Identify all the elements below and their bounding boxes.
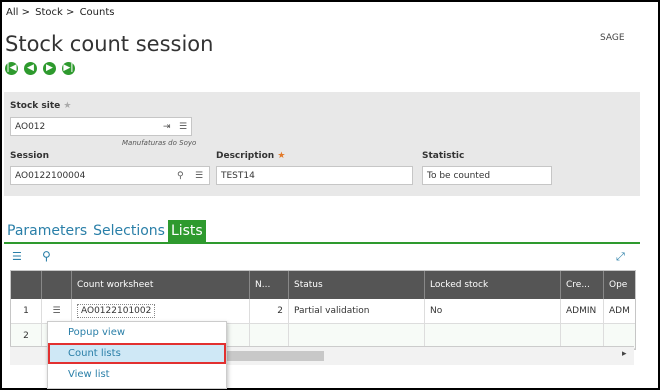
breadcrumb-stock[interactable]: Stock > — [35, 7, 74, 18]
tab-parameters[interactable]: Parameters — [4, 220, 90, 242]
required-icon: ★ — [277, 151, 286, 161]
cell-status[interactable] — [289, 324, 425, 348]
row-action-icon[interactable]: ☰ — [42, 299, 72, 323]
last-record-icon[interactable]: ▶| — [62, 62, 75, 75]
grid-header-action — [42, 271, 72, 299]
grid-header-locked-stock[interactable]: Locked stock — [425, 271, 561, 299]
grid-toolbar: ☰ ⚲ ⤢ — [4, 246, 640, 268]
session-value: AO0122100004 — [15, 171, 86, 181]
statistic-label: Statistic — [422, 151, 465, 161]
description-field[interactable]: TEST14 — [216, 166, 413, 185]
tab-lists[interactable]: Lists — [167, 220, 206, 242]
cell-locked[interactable]: No — [425, 299, 561, 323]
header-panel: Stock site ★ AO012 ⇥ ☰ Manufaturas do So… — [4, 92, 640, 196]
next-record-icon[interactable]: ▶ — [43, 62, 56, 75]
cell-ope[interactable]: ADM — [604, 299, 635, 323]
list-icon[interactable]: ☰ — [179, 118, 187, 137]
tab-selections[interactable]: Selections — [90, 220, 168, 242]
session-field[interactable]: AO0122100004 ⚲ ☰ — [10, 166, 210, 185]
cell-worksheet-value: AO0122101002 — [77, 304, 156, 318]
row-number: 2 — [11, 324, 42, 348]
breadcrumb: All > Stock > Counts — [6, 7, 117, 18]
link-icon[interactable]: ⇥ — [163, 118, 171, 137]
stock-site-label-text: Stock site — [10, 101, 61, 111]
grid-header-n[interactable]: N... — [250, 271, 289, 299]
grid-menu-icon[interactable]: ☰ — [12, 250, 22, 263]
cell-ope[interactable] — [604, 324, 635, 348]
first-record-icon[interactable]: |◀ — [5, 62, 18, 75]
cell-created[interactable]: ADMIN — [561, 299, 604, 323]
grid-header-status[interactable]: Status — [289, 271, 425, 299]
cell-locked[interactable] — [425, 324, 561, 348]
previous-record-icon[interactable]: ◀ — [24, 62, 37, 75]
cell-worksheet[interactable]: AO0122101002 — [72, 299, 250, 323]
stock-site-label: Stock site ★ — [10, 101, 72, 111]
description-label-text: Description — [216, 151, 275, 161]
list-icon[interactable]: ☰ — [195, 167, 203, 186]
page-title: Stock count session — [5, 32, 214, 56]
breadcrumb-counts[interactable]: Counts — [80, 7, 115, 18]
session-label: Session — [10, 151, 49, 161]
description-label: Description ★ — [216, 151, 285, 161]
stock-site-field[interactable]: AO012 ⇥ ☰ — [10, 117, 192, 136]
statistic-value: To be counted — [427, 171, 491, 181]
scrollbar-thumb[interactable] — [220, 351, 324, 361]
context-menu: Popup view Count lists View list — [47, 321, 227, 389]
grid-header-count-worksheet[interactable]: Count worksheet — [72, 271, 250, 299]
star-icon: ★ — [63, 101, 72, 111]
stock-site-value: AO012 — [15, 122, 46, 132]
search-icon[interactable]: ⚲ — [177, 167, 184, 186]
grid-header-rownum — [11, 271, 42, 299]
expand-icon[interactable]: ⤢ — [616, 250, 625, 264]
cell-created[interactable] — [561, 324, 604, 348]
menu-item-view-list[interactable]: View list — [48, 364, 226, 385]
search-icon[interactable]: ⚲ — [42, 249, 51, 263]
menu-item-popup-view[interactable]: Popup view — [48, 322, 226, 343]
user-name[interactable]: SAGE — [600, 33, 625, 43]
description-value: TEST14 — [221, 171, 255, 181]
scroll-right-icon[interactable]: ▸ — [622, 349, 627, 359]
cell-n[interactable]: 2 — [250, 299, 289, 323]
grid-header-created[interactable]: Cre... — [561, 271, 604, 299]
cell-status[interactable]: Partial validation — [289, 299, 425, 323]
tab-bar: Parameters Selections Lists — [4, 220, 206, 242]
menu-item-count-lists[interactable]: Count lists — [48, 343, 226, 364]
grid-header-ope[interactable]: Ope — [604, 271, 635, 299]
stock-site-caption: Manufaturas do Soyo — [122, 139, 197, 147]
tab-underline — [4, 242, 640, 244]
record-navigation: |◀ ◀ ▶ ▶| — [5, 62, 75, 75]
cell-n[interactable] — [250, 324, 289, 348]
breadcrumb-all[interactable]: All > — [6, 7, 30, 18]
row-number: 1 — [11, 299, 42, 323]
statistic-field: To be counted — [422, 166, 552, 185]
window-frame: All > Stock > Counts Stock count session… — [0, 0, 660, 390]
grid-header: Count worksheet N... Status Locked stock… — [11, 271, 635, 299]
